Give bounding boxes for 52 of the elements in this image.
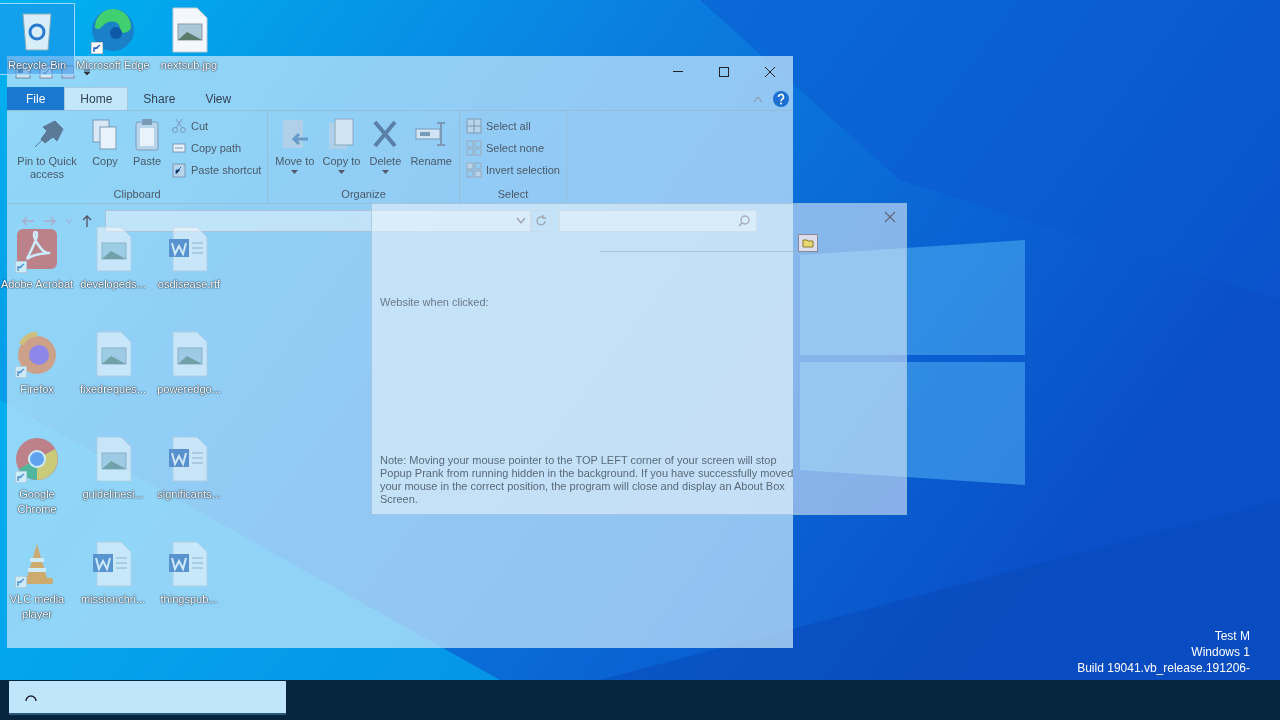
ribbon-tab[interactable]: Share — [128, 87, 191, 110]
ribbon-button[interactable]: Paste — [127, 113, 167, 188]
search-icon — [25, 692, 37, 702]
close-icon — [884, 211, 896, 223]
note-text: Note: Moving your mouse pointer to the TOP LEFT corner of your screen will stop Popup Prank from running hidden in the background. If you have successfully moved your mouse in the correct position, the program will close and display an About Box Screen. — [380, 454, 795, 506]
up-icon[interactable] — [81, 214, 93, 228]
copy-path-icon — [171, 140, 187, 156]
search-icon[interactable] — [738, 215, 750, 227]
field-label: Website when clicked: — [380, 296, 490, 308]
build-text: Build 19041.vb_release.191206- — [1077, 660, 1250, 676]
ribbon-button[interactable]: Paste shortcut — [169, 161, 264, 179]
ribbon-button[interactable]: Move to — [272, 113, 318, 188]
group-label: Organize — [340, 188, 387, 202]
ribbon-button[interactable]: Copy — [85, 113, 125, 188]
ribbon-button[interactable]: Select all — [463, 117, 562, 135]
folder-icon — [802, 238, 814, 248]
ribbon-button[interactable]: Copy to — [319, 113, 364, 188]
ribbon-tab[interactable]: View — [190, 87, 247, 110]
group-label: Select — [496, 188, 530, 202]
build-text: Windows 1 — [1191, 644, 1250, 660]
browser-icon — [13, 435, 61, 483]
help-icon[interactable] — [773, 90, 789, 107]
refresh-button[interactable] — [531, 210, 551, 232]
paste-shortcut-icon — [171, 162, 187, 178]
browse-button[interactable] — [798, 234, 818, 252]
ribbon-button[interactable]: Select none — [463, 139, 562, 157]
maximize-icon — [719, 66, 729, 77]
ribbon-tab[interactable]: Home — [64, 87, 129, 110]
search-box[interactable] — [9, 681, 286, 715]
forward-icon[interactable] — [43, 215, 57, 227]
ribbon-button[interactable]: Cut — [169, 117, 264, 135]
clipboard-icon — [132, 117, 162, 153]
collapse-icon[interactable] — [753, 94, 763, 103]
minimize-icon — [673, 71, 683, 72]
ribbon-button[interactable]: Delete — [365, 113, 406, 188]
swirl-icon — [89, 6, 137, 54]
ribbon-button[interactable]: Pin to Quick access — [11, 113, 83, 188]
file-menu-button[interactable]: File — [7, 87, 65, 110]
invert-selection-icon — [465, 162, 482, 178]
select-none-icon — [465, 140, 482, 156]
close-icon — [765, 66, 775, 77]
back-icon[interactable] — [21, 215, 35, 227]
select-all-icon — [465, 118, 482, 134]
refresh-icon — [535, 215, 547, 227]
build-text: Test M — [1214, 628, 1250, 644]
copy-icon — [90, 117, 120, 153]
ribbon-button[interactable]: Invert selection — [463, 161, 562, 179]
chevron-icon[interactable] — [516, 217, 526, 225]
scissors-icon — [171, 118, 187, 134]
group-label: Clipboard — [112, 188, 162, 202]
ribbon-button[interactable]: Rename — [407, 113, 455, 188]
ribbon-button[interactable]: Copy path — [169, 139, 264, 157]
